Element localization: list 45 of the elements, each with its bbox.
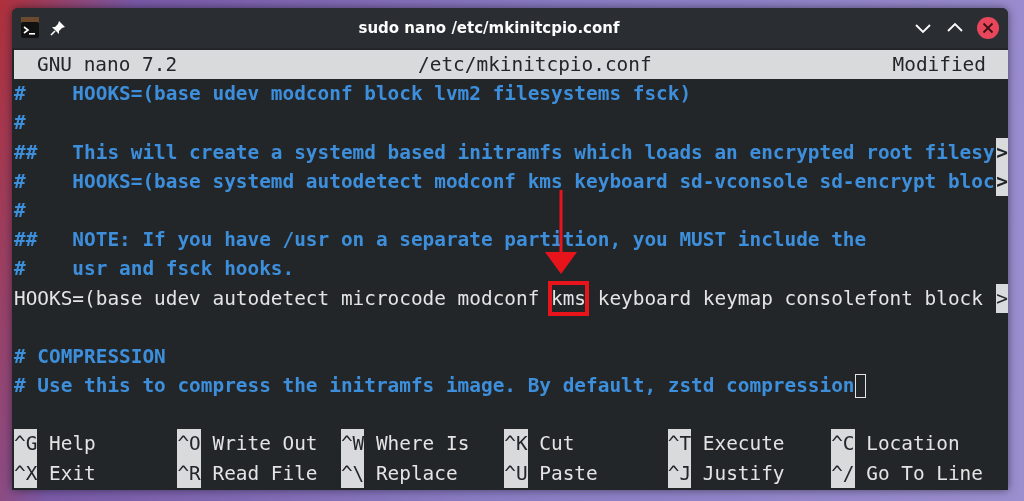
shortcut-label: Justify [702, 460, 785, 487]
comment-line: # HOOKS=(base systemd autodetect modconf kms keyboard sd-vconsole sd-encrypt bloc [14, 168, 995, 195]
shortcut-label: Execute [702, 431, 785, 458]
overflow-marker: > [996, 283, 1008, 313]
shortcut-label: Location [866, 431, 960, 458]
shortcut-label: Go To Line [866, 460, 983, 487]
code-line: keyboard keymap consolefont block [596, 285, 984, 312]
shortcut-label: Replace [375, 460, 458, 487]
modified-status: Modified [892, 52, 986, 78]
comment-line: # COMPRESSION [14, 343, 166, 370]
file-name: /etc/mkinitcpio.conf [418, 52, 652, 78]
shortcut-label: Cut [539, 431, 575, 458]
comment-line: # usr and fsck hooks. [14, 256, 295, 283]
shortcut-key: ^\ [340, 458, 365, 488]
overflow-marker: > [996, 166, 1008, 196]
shortcut-key: ^C [831, 429, 855, 459]
shortcut-key: ^G [14, 429, 38, 459]
comment-line: # HOOKS=(base udev modconf block lvm2 filesystems fsck) [14, 81, 692, 108]
overflow-marker: > [996, 137, 1008, 167]
shortcut-label: Where Is [375, 431, 470, 458]
shortcut-key: ^K [504, 429, 528, 459]
terminal-icon[interactable] [20, 17, 40, 39]
comment-line: # Use this to compress the initramfs image. By default, zstd compression [14, 373, 855, 400]
comment-line: # [14, 110, 26, 137]
shortcut-key: ^W [340, 429, 365, 459]
shortcut-key: ^/ [831, 458, 855, 488]
highlighted-text: kms [551, 283, 587, 313]
shortcut-label: Read File [212, 460, 318, 487]
comment-line: ## This will create a systemd based initramfs which loads an encrypted root filesy [14, 139, 995, 166]
nano-version: GNU nano 7.2 [37, 52, 178, 78]
shortcut-key: ^U [504, 458, 528, 488]
shortcut-label: Help [49, 431, 96, 458]
close-icon[interactable] [976, 16, 1000, 40]
shortcut-key: ^J [667, 458, 692, 488]
shortcut-label: Exit [49, 460, 96, 487]
pin-icon[interactable] [50, 20, 66, 36]
comment-line: # [14, 197, 26, 224]
shortcut-key: ^X [14, 458, 38, 488]
shortcut-label: Paste [539, 460, 598, 487]
shortcut-key: ^O [177, 429, 201, 459]
shortcut-label: Write Out [212, 431, 318, 458]
shortcut-key: ^R [177, 458, 201, 488]
shortcut-key: ^T [667, 429, 692, 459]
window-title: sudo nano /etc/mkinitcpio.conf [357, 19, 621, 37]
code-line: HOOKS=(base udev autodetect microcode modconf [14, 285, 541, 312]
